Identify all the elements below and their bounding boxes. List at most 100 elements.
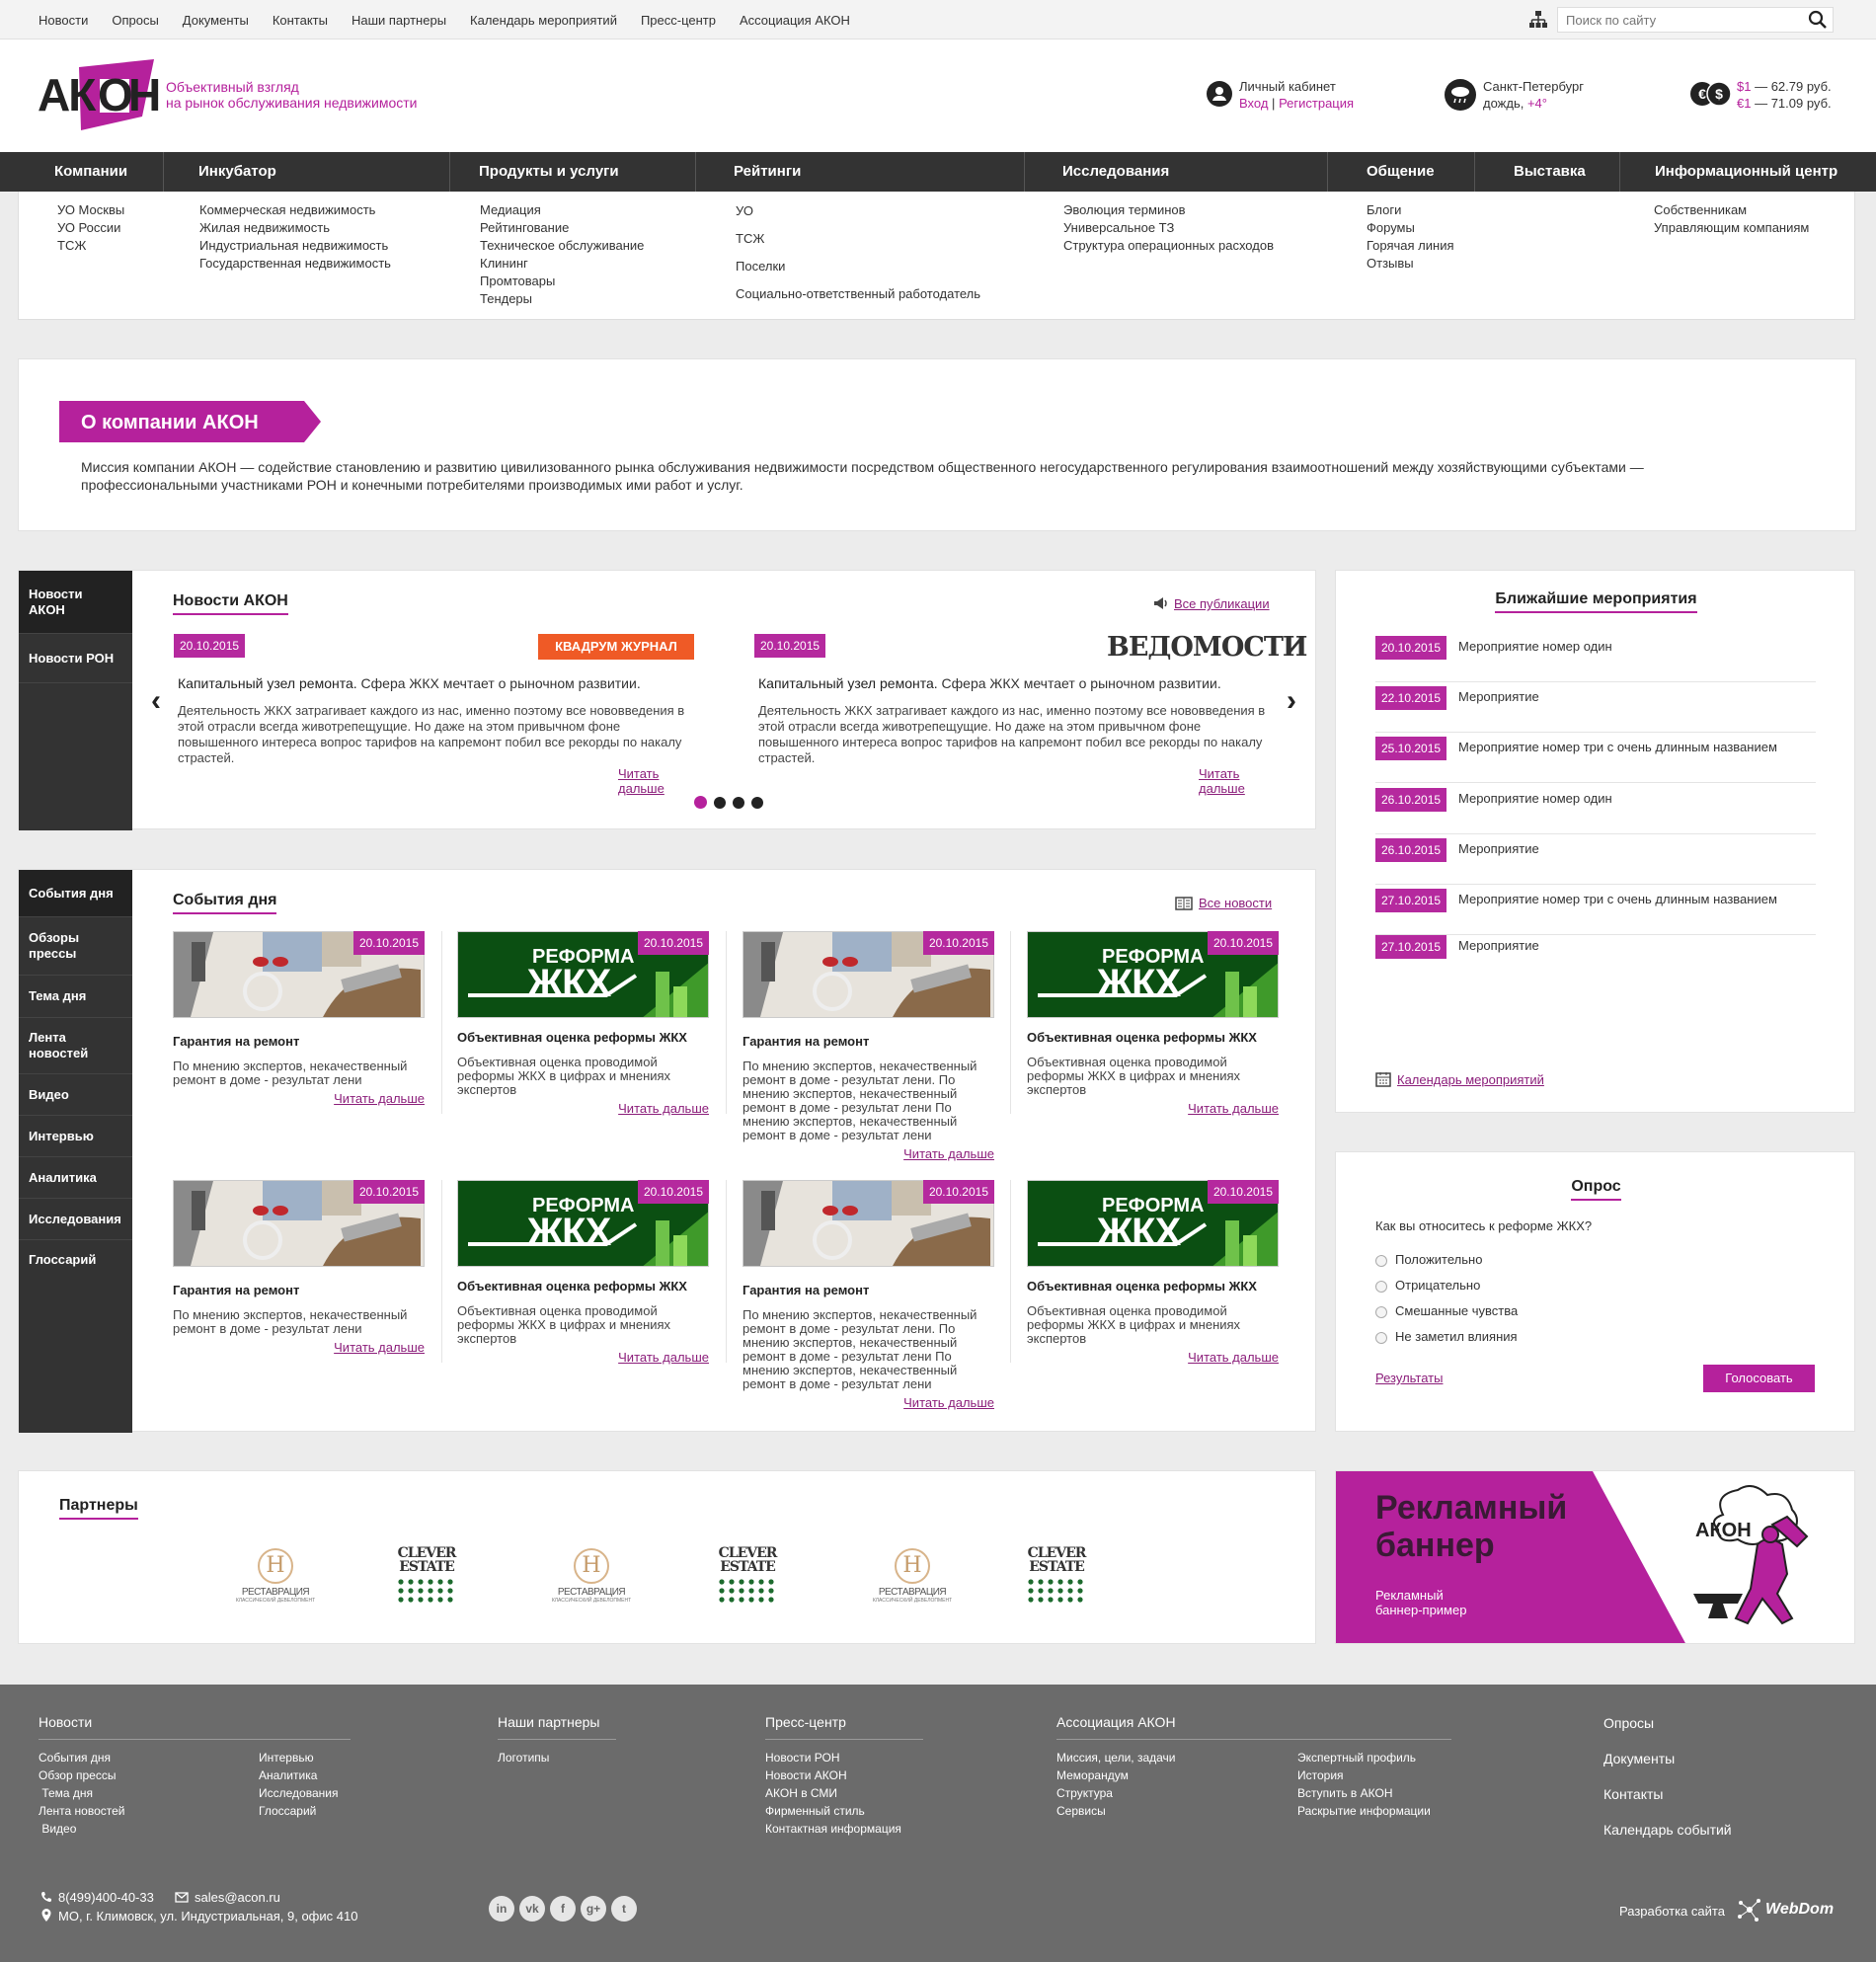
megamenu-link[interactable]: Структура операционных расходов (1063, 237, 1274, 255)
megamenu-link[interactable]: Поселки (736, 253, 980, 280)
tab-analytics[interactable]: Аналитика (19, 1157, 132, 1199)
footer-link[interactable]: Структура (1056, 1784, 1176, 1802)
megamenu-link[interactable]: Форумы (1367, 219, 1454, 237)
tab-press-review[interactable]: Обзоры прессы (19, 917, 132, 976)
card-title[interactable]: Объективная оценка реформы ЖКХ (1027, 1279, 1279, 1294)
read-more-link[interactable]: Читать дальше (1199, 766, 1288, 796)
topnav-link[interactable]: Документы (183, 13, 249, 28)
partner-logo-restoration[interactable]: H РЕСТАВРАЦИЯ КЛАССИЧЕСКИЙ ДЕВЕЛОПМЕНТ (231, 1548, 320, 1611)
footer-link[interactable]: Фирменный стиль (765, 1802, 901, 1820)
mainnav-item[interactable]: Общение (1367, 152, 1435, 192)
event-card[interactable]: 20.10.2015 Гарантия на ремонт По мнению … (743, 931, 994, 1168)
megamenu-link[interactable]: Медиация (480, 201, 644, 219)
prev-arrow[interactable]: ‹ (151, 684, 161, 718)
read-more-link[interactable]: Читать дальше (618, 1350, 709, 1365)
partner-logo-restoration[interactable]: H РЕСТАВРАЦИЯ КЛАССИЧЕСКИЙ ДЕВЕЛОПМЕНТ (547, 1548, 636, 1611)
footer-link[interactable]: История (1297, 1766, 1431, 1784)
footer-link[interactable]: Логотипы (498, 1749, 549, 1766)
partner-logo-clever-estate[interactable]: CLEVER ESTATE (396, 1546, 457, 1611)
news-headline[interactable]: Капитальный узел ремонта. Сфера ЖКХ мечт… (178, 675, 641, 691)
footer-main-link[interactable]: Документы (1603, 1741, 1732, 1776)
read-more-link[interactable]: Читать дальше (903, 1146, 994, 1161)
sitemap-icon[interactable] (1528, 10, 1548, 30)
megamenu-link[interactable]: УО Москвы (57, 201, 124, 219)
topnav-link[interactable]: Контакты (273, 13, 328, 28)
footer-link[interactable]: Обзор прессы (39, 1766, 125, 1784)
read-more-link[interactable]: Читать дальше (334, 1091, 425, 1106)
event-list-item[interactable]: 20.10.2015 Мероприятие номер один (1375, 632, 1816, 682)
tab-news-akon[interactable]: Новости АКОН (19, 571, 132, 634)
mainnav-item[interactable]: Инкубатор (198, 152, 276, 192)
mainnav-item[interactable]: Рейтинги (734, 152, 801, 192)
partner-logo-clever-estate[interactable]: CLEVER ESTATE (1026, 1546, 1087, 1611)
topnav-link[interactable]: Пресс-центр (641, 13, 716, 28)
card-title[interactable]: Гарантия на ремонт (743, 1283, 994, 1297)
event-list-item[interactable]: 27.10.2015 Мероприятие (1375, 931, 1816, 971)
tab-research[interactable]: Исследования (19, 1199, 132, 1240)
read-more-link[interactable]: Читать дальше (1188, 1101, 1279, 1116)
tab-interview[interactable]: Интервью (19, 1116, 132, 1157)
partner-logo-clever-estate[interactable]: CLEVER ESTATE (717, 1546, 778, 1611)
topnav-link[interactable]: Ассоциация АКОН (740, 13, 850, 28)
carousel-dot[interactable] (733, 796, 744, 809)
megamenu-link[interactable]: Отзывы (1367, 255, 1454, 273)
poll-option[interactable]: Отрицательно (1375, 1278, 1480, 1294)
mainnav-item[interactable]: Исследования (1062, 152, 1169, 192)
event-card[interactable]: РЕФОРМА ЖКХ 20.10.2015 Объективная оценк… (457, 1180, 709, 1417)
footer-link[interactable]: Вступить в АКОН (1297, 1784, 1431, 1802)
footer-link[interactable]: АКОН в СМИ (765, 1784, 901, 1802)
megamenu-link[interactable]: ТСЖ (736, 225, 980, 253)
register-link[interactable]: Регистрация (1279, 96, 1354, 111)
footer-link[interactable]: Новости АКОН (765, 1766, 901, 1784)
login-link[interactable]: Вход (1239, 96, 1268, 111)
footer-link[interactable]: Экспертный профиль (1297, 1749, 1431, 1766)
vote-button[interactable]: Голосовать (1703, 1365, 1815, 1392)
twitter-icon[interactable]: t (611, 1896, 637, 1922)
megamenu-link[interactable]: Тендеры (480, 290, 644, 308)
megamenu-link[interactable]: Коммерческая недвижимость (199, 201, 391, 219)
read-more-link[interactable]: Читать дальше (903, 1395, 994, 1410)
footer-email[interactable]: sales@acon.ru (195, 1890, 280, 1905)
card-title[interactable]: Объективная оценка реформы ЖКХ (1027, 1030, 1279, 1045)
footer-link[interactable]: Новости РОН (765, 1749, 901, 1766)
footer-main-link[interactable]: Контакты (1603, 1776, 1732, 1812)
radio-button[interactable] (1375, 1305, 1387, 1318)
tab-events-day[interactable]: События дня (19, 870, 132, 917)
google-plus-icon[interactable]: g+ (581, 1896, 606, 1922)
tab-topic-day[interactable]: Тема дня (19, 976, 132, 1018)
ad-banner[interactable]: Рекламный баннер Рекламный баннер-пример… (1335, 1470, 1855, 1644)
tab-glossary[interactable]: Глоссарий (19, 1240, 132, 1280)
megamenu-link[interactable]: Рейтингование (480, 219, 644, 237)
megamenu-link[interactable]: ТСЖ (57, 237, 124, 255)
footer-link[interactable]: Меморандум (1056, 1766, 1176, 1784)
read-more-link[interactable]: Читать дальше (1188, 1350, 1279, 1365)
radio-button[interactable] (1375, 1280, 1387, 1293)
carousel-dot[interactable] (751, 796, 763, 809)
footer-main-link[interactable]: Календарь событий (1603, 1812, 1732, 1847)
radio-button[interactable] (1375, 1254, 1387, 1267)
poll-option[interactable]: Положительно (1375, 1252, 1482, 1268)
megamenu-link[interactable]: Собственникам (1654, 201, 1809, 219)
event-list-item[interactable]: 25.10.2015 Мероприятие номер три с очень… (1375, 733, 1816, 783)
footer-news-title[interactable]: Новости (39, 1714, 92, 1730)
topnav-link[interactable]: Новости (39, 13, 88, 28)
megamenu-link[interactable]: Государственная недвижимость (199, 255, 391, 273)
footer-main-link[interactable]: Опросы (1603, 1705, 1732, 1741)
megamenu-link[interactable]: Эволюция терминов (1063, 201, 1274, 219)
event-card[interactable]: РЕФОРМА ЖКХ 20.10.2015 Объективная оценк… (457, 931, 709, 1168)
footer-link[interactable]: Тема дня (39, 1784, 125, 1802)
webdom-logo[interactable]: WebDom (1765, 1901, 1834, 1919)
footer-assoc-title[interactable]: Ассоциация АКОН (1056, 1714, 1176, 1730)
megamenu-link[interactable]: Промтовары (480, 273, 644, 290)
poll-results-link[interactable]: Результаты (1375, 1371, 1443, 1385)
footer-link[interactable]: Глоссарий (259, 1802, 338, 1820)
event-list-item[interactable]: 26.10.2015 Мероприятие номер один (1375, 784, 1816, 834)
footer-link[interactable]: Лента новостей (39, 1802, 125, 1820)
megamenu-link[interactable]: Блоги (1367, 201, 1454, 219)
footer-link[interactable]: Исследования (259, 1784, 338, 1802)
logo[interactable]: АК О Н (38, 59, 166, 130)
megamenu-link[interactable]: УО России (57, 219, 124, 237)
all-news-link[interactable]: Все новости (1199, 896, 1272, 910)
search-icon[interactable] (1808, 10, 1828, 30)
facebook-icon[interactable]: f (550, 1896, 576, 1922)
